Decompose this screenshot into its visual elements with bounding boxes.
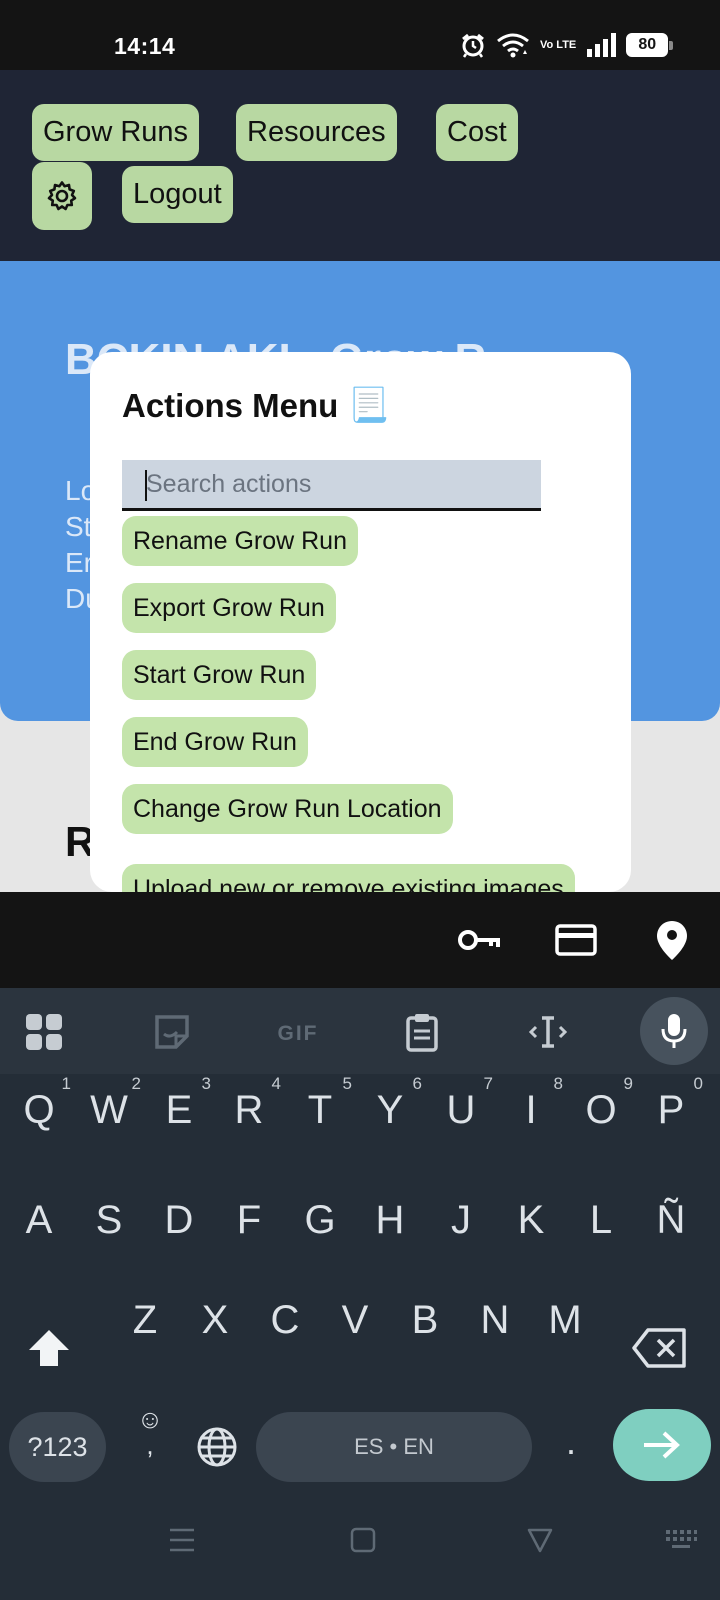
key-v[interactable]: V — [325, 1298, 385, 1343]
keyboard-suggestion-bar: GIF — [0, 988, 720, 1074]
recents-icon[interactable] — [168, 1526, 196, 1554]
gear-icon — [47, 181, 77, 211]
key-w[interactable]: W2 — [79, 1074, 141, 1133]
status-bar: 14:14 Vo LTE 80 — [0, 0, 720, 70]
enter-key[interactable] — [613, 1409, 711, 1481]
key-a[interactable]: A — [9, 1198, 69, 1243]
settings-button[interactable] — [32, 162, 92, 230]
grow-runs-button[interactable]: Grow Runs — [32, 104, 200, 161]
manage-images-button[interactable]: Upload new or remove existing images — [122, 864, 575, 892]
emoji-icon: ☺ — [136, 1404, 164, 1434]
volte-label: Vo LTE — [540, 38, 577, 51]
key-m[interactable]: M — [535, 1298, 595, 1343]
keyboard-toolbar — [0, 892, 720, 988]
keyboard: GIF Q1 W2 E3 R4 T5 Y6 U7 I8 O9 P0 A S D … — [0, 988, 720, 1600]
key-q[interactable]: Q1 — [9, 1074, 71, 1133]
search-input[interactable] — [122, 460, 541, 511]
cursor-control-icon[interactable] — [527, 1012, 569, 1052]
key-z[interactable]: Z — [115, 1298, 175, 1343]
key-d[interactable]: D — [149, 1198, 209, 1243]
backspace-icon[interactable] — [632, 1326, 688, 1370]
space-bar[interactable]: ES • EN — [256, 1412, 532, 1482]
symbols-key[interactable]: ?123 — [9, 1412, 106, 1482]
period-key[interactable]: . — [556, 1412, 586, 1472]
key-r[interactable]: R4 — [219, 1074, 281, 1133]
dialog-title: Actions Menu 📃 — [122, 386, 389, 425]
globe-icon[interactable] — [196, 1426, 238, 1468]
emoji-comma-key[interactable]: ☺ , — [130, 1406, 170, 1458]
voice-input-button[interactable] — [640, 997, 708, 1065]
key-b[interactable]: B — [395, 1298, 455, 1343]
dialog-title-text: Actions Menu — [122, 386, 339, 424]
key-i[interactable]: I8 — [501, 1074, 563, 1133]
clipboard-icon[interactable] — [404, 1012, 440, 1052]
keyboard-hide-icon[interactable] — [664, 1526, 698, 1554]
key-y[interactable]: Y6 — [360, 1074, 422, 1133]
change-location-button[interactable]: Change Grow Run Location — [122, 784, 453, 834]
signal-icon — [587, 33, 617, 57]
key-icon[interactable] — [456, 918, 502, 962]
scroll-icon: 📃 — [348, 386, 390, 423]
key-u[interactable]: U7 — [431, 1074, 493, 1133]
resources-button[interactable]: Resources — [236, 104, 397, 161]
status-time: 14:14 — [114, 33, 176, 59]
key-x[interactable]: X — [185, 1298, 245, 1343]
status-icons: Vo LTE 80 — [460, 30, 674, 60]
key-e[interactable]: E3 — [149, 1074, 211, 1133]
rename-grow-run-button[interactable]: Rename Grow Run — [122, 516, 358, 566]
back-icon[interactable] — [526, 1526, 554, 1554]
credit-card-icon[interactable] — [554, 918, 598, 962]
location-pin-icon[interactable] — [652, 918, 692, 962]
battery-indicator: 80 — [626, 33, 674, 57]
gif-icon[interactable]: GIF — [273, 1012, 323, 1052]
key-k[interactable]: K — [501, 1198, 561, 1243]
microphone-icon — [661, 1014, 687, 1048]
key-n[interactable]: N — [465, 1298, 525, 1343]
key-c[interactable]: C — [255, 1298, 315, 1343]
key-g[interactable]: G — [290, 1198, 350, 1243]
sticker-icon[interactable] — [152, 1012, 192, 1052]
svg-text:GIF: GIF — [278, 1022, 319, 1045]
wifi-icon — [497, 33, 529, 58]
app-nav: Grow Runs Resources Cost Logout — [0, 70, 720, 261]
key-f[interactable]: F — [219, 1198, 279, 1243]
apps-grid-icon[interactable] — [24, 1012, 64, 1052]
arrow-right-icon — [644, 1431, 680, 1459]
key-t[interactable]: T5 — [290, 1074, 352, 1133]
shift-icon[interactable] — [26, 1326, 72, 1370]
home-icon[interactable] — [350, 1526, 376, 1554]
key-n-tilde[interactable]: Ñ — [641, 1198, 701, 1243]
logout-button[interactable]: Logout — [122, 166, 233, 223]
key-h[interactable]: H — [360, 1198, 420, 1243]
actions-dialog: Actions Menu 📃 Rename Grow Run Export Gr… — [90, 352, 631, 892]
key-j[interactable]: J — [431, 1198, 491, 1243]
text-cursor — [145, 470, 147, 501]
end-grow-run-button[interactable]: End Grow Run — [122, 717, 308, 767]
key-l[interactable]: L — [571, 1198, 631, 1243]
export-grow-run-button[interactable]: Export Grow Run — [122, 583, 336, 633]
start-grow-run-button[interactable]: Start Grow Run — [122, 650, 317, 700]
cost-button[interactable]: Cost — [436, 104, 518, 161]
key-o[interactable]: O9 — [571, 1074, 633, 1133]
alarm-icon — [462, 33, 484, 58]
key-s[interactable]: S — [79, 1198, 139, 1243]
key-p[interactable]: P0 — [641, 1074, 703, 1133]
